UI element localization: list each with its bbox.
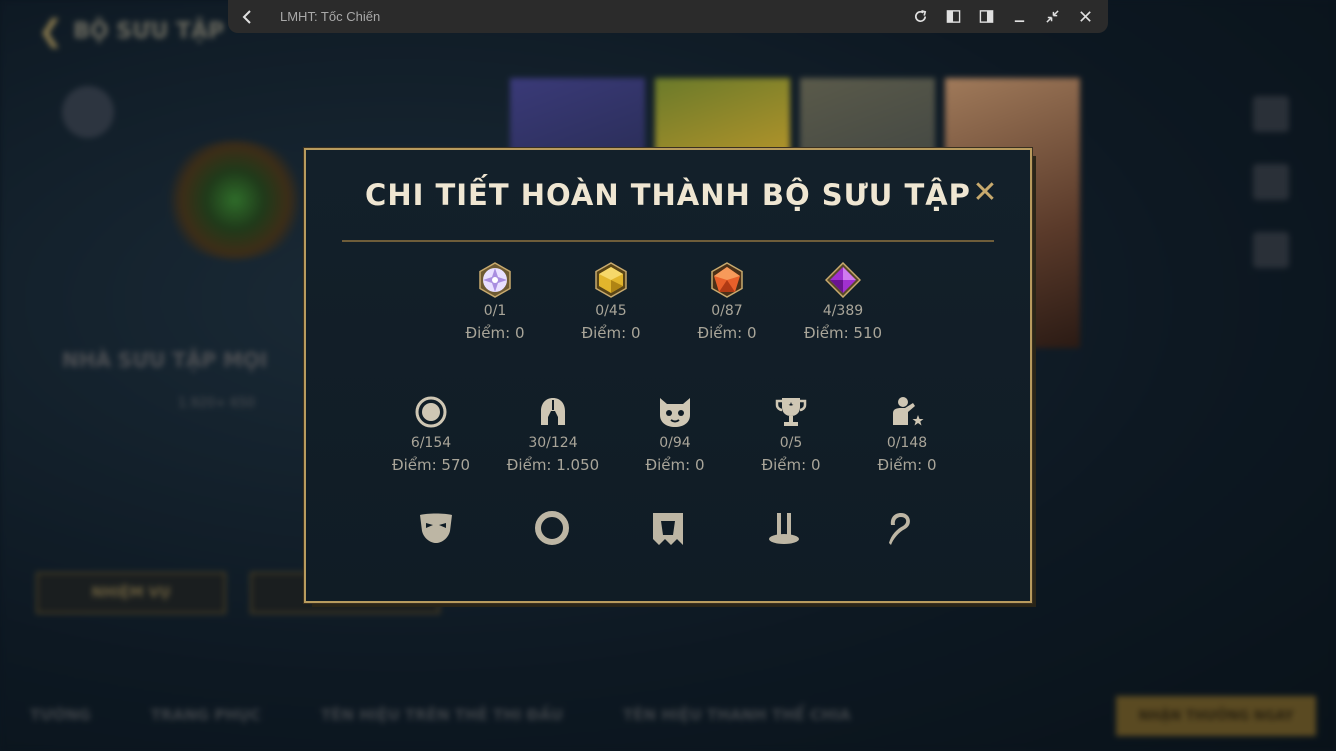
right-icon <box>1253 232 1289 268</box>
background-header: ❮ BỘ SƯU TẬP <box>38 14 224 49</box>
stat-trophies: 0/5 Điểm: 0 <box>736 394 846 474</box>
window-title: LMHT: Tốc Chiến <box>280 9 381 24</box>
stat-poros: 0/94 Điểm: 0 <box>620 394 730 474</box>
stat-icons: 6/154 Điểm: 570 <box>376 394 486 474</box>
title-divider <box>342 240 994 242</box>
collector-emblem <box>160 140 310 260</box>
collector-name: NHÀ SƯU TẬP MỌI <box>62 348 268 372</box>
ring-border-icon <box>532 508 572 548</box>
tab-champions: TƯỚNG <box>30 706 91 724</box>
tab-card-titles: TÊN HIỆU TRÊN THẺ THI ĐẤU <box>320 706 563 724</box>
back-arrow-icon[interactable] <box>230 0 266 33</box>
poro-icon <box>657 394 693 430</box>
recall-icon <box>880 508 920 548</box>
stat-gold-gem: 0/45 Điểm: 0 <box>556 262 666 342</box>
stat-count: 0/5 <box>779 435 803 451</box>
split-left-icon[interactable] <box>937 0 970 33</box>
stat-purple-gem: 4/389 Điểm: 510 <box>788 262 898 342</box>
stat-points: Điểm: 0 <box>465 324 525 342</box>
stat-points: Điểm: 0 <box>697 324 757 342</box>
restore-icon[interactable] <box>1036 0 1069 33</box>
tab-skins: TRANG PHỤC <box>150 706 261 724</box>
back-chevron-icon: ❮ <box>38 14 64 49</box>
partial-category-row <box>306 506 1030 554</box>
stat-count: 30/124 <box>528 435 578 451</box>
tab-bar-titles: TÊN HIỆU THANH THỂ CHIA <box>623 706 851 724</box>
stat-points: Điểm: 0 <box>581 324 641 342</box>
close-icon[interactable]: ✕ <box>972 178 998 208</box>
stat-points: Điểm: 0 <box>645 456 705 474</box>
claim-button: NHẬN THƯỞNG NGAY <box>1116 696 1316 736</box>
stat-points: Điểm: 0 <box>761 456 821 474</box>
orange-gem-icon <box>709 262 745 298</box>
avatar <box>62 86 114 138</box>
stat-count: 0/148 <box>886 435 928 451</box>
white-gem-icon <box>477 262 513 298</box>
stat-points: Điểm: 570 <box>391 456 471 474</box>
stat-count: 0/94 <box>659 435 691 451</box>
stat-points: Điểm: 1.050 <box>506 456 600 474</box>
right-icon <box>1253 164 1289 200</box>
stat-emotes: 0/148 Điểm: 0 <box>852 394 962 474</box>
right-icon <box>1253 96 1289 132</box>
stat-orange-gem: 0/87 Điểm: 0 <box>672 262 782 342</box>
stat-points: Điểm: 0 <box>877 456 937 474</box>
collection-details-modal: CHI TIẾT HOÀN THÀNH BỘ SƯU TẬP ✕ 0/1 Điể… <box>304 148 1032 603</box>
modal-title: CHI TIẾT HOÀN THÀNH BỘ SƯU TẬP <box>365 178 971 212</box>
stat-points: Điểm: 510 <box>803 324 883 342</box>
stat-count: 6/154 <box>410 435 452 451</box>
icon-ring-icon <box>413 394 449 430</box>
helmet-icon <box>535 394 571 430</box>
split-right-icon[interactable] <box>970 0 1003 33</box>
collector-sub: 1.920+ 650 <box>178 396 256 411</box>
stat-count: 0/45 <box>595 303 627 319</box>
refresh-icon[interactable] <box>904 0 937 33</box>
pedestal-icon <box>764 508 804 548</box>
window-titlebar: LMHT: Tốc Chiến <box>228 0 1108 33</box>
stat-white-gem: 0/1 Điểm: 0 <box>440 262 550 342</box>
banner-icon <box>648 508 688 548</box>
background-header-title: BỘ SƯU TẬP <box>73 19 225 44</box>
stat-skins: 30/124 Điểm: 1.050 <box>498 394 608 474</box>
gold-gem-icon <box>593 262 629 298</box>
mask-icon <box>416 508 456 548</box>
purple-gem-icon <box>825 262 861 298</box>
minimize-icon[interactable] <box>1003 0 1036 33</box>
emote-person-star-icon <box>889 394 925 430</box>
stat-count: 0/1 <box>483 303 507 319</box>
close-window-icon[interactable] <box>1069 0 1102 33</box>
right-icons <box>1246 96 1296 300</box>
missions-button: NHIỆM VỤ <box>36 572 226 614</box>
trophy-icon <box>773 394 809 430</box>
stat-count: 4/389 <box>822 303 864 319</box>
stat-count: 0/87 <box>711 303 743 319</box>
